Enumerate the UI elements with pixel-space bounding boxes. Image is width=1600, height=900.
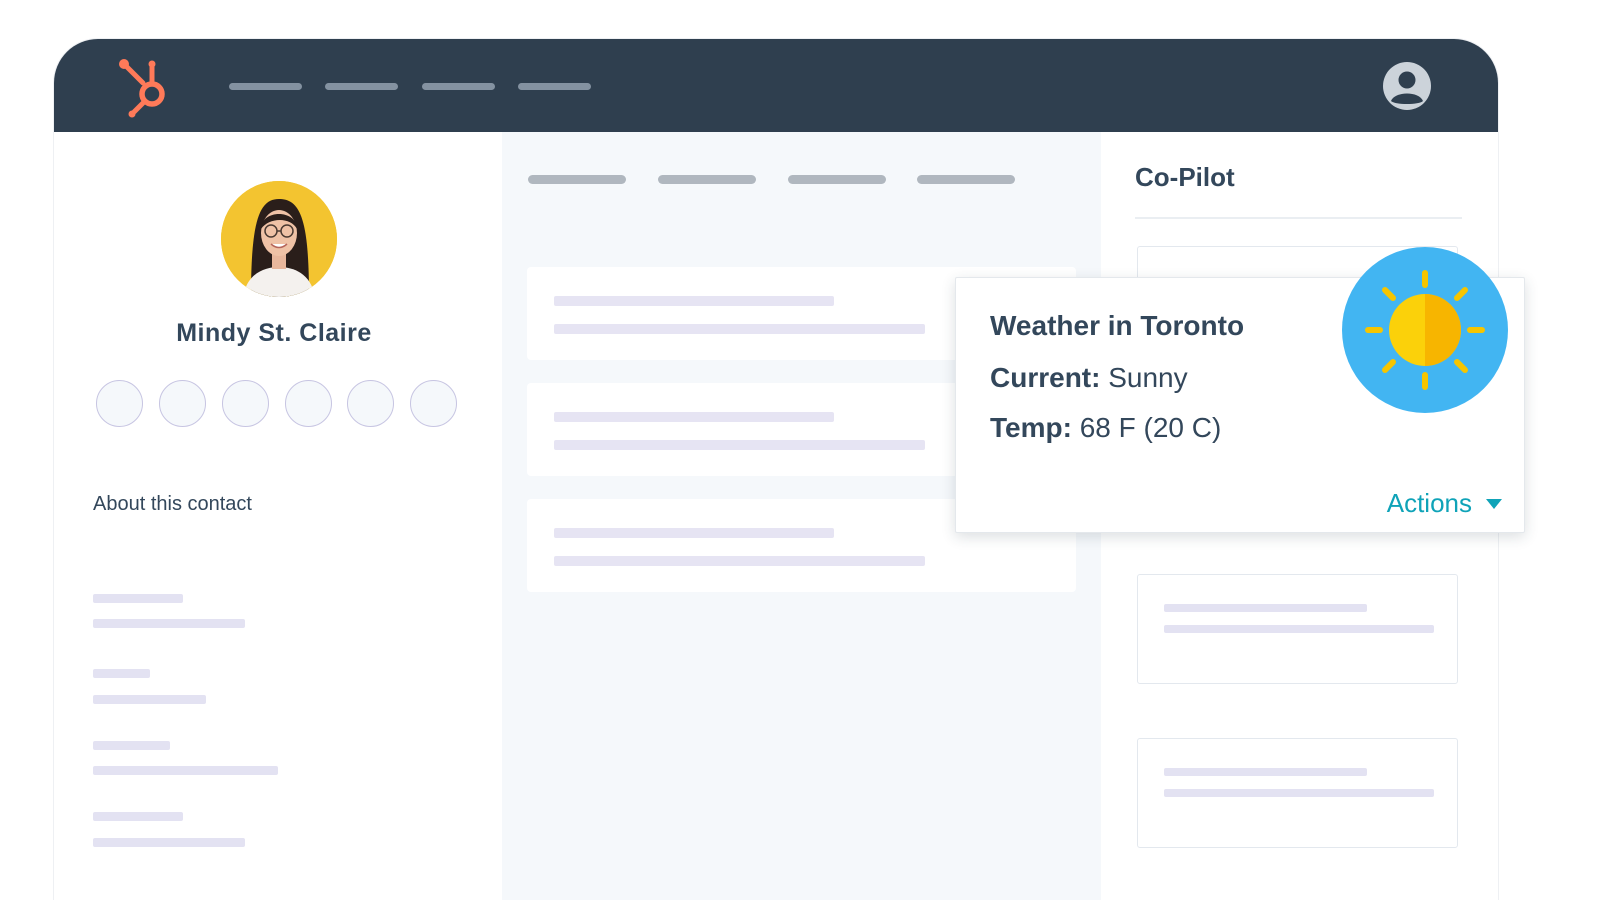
property-label-placeholder bbox=[93, 669, 150, 678]
divider bbox=[1135, 217, 1462, 219]
property-value-placeholder bbox=[93, 838, 245, 847]
actions-label: Actions bbox=[1386, 488, 1472, 518]
tab-placeholder-2[interactable] bbox=[658, 175, 756, 184]
weather-badge bbox=[1342, 247, 1508, 413]
property-value-placeholder bbox=[93, 766, 278, 775]
nav-item-2[interactable] bbox=[325, 83, 398, 90]
current-value: Sunny bbox=[1108, 362, 1188, 393]
contact-action-button-2[interactable] bbox=[159, 380, 206, 427]
contact-action-button-6[interactable] bbox=[410, 380, 457, 427]
current-label: Current: bbox=[990, 362, 1101, 393]
about-contact-heading: About this contact bbox=[93, 493, 252, 515]
tab-placeholder-3[interactable] bbox=[788, 175, 886, 184]
card-title-placeholder bbox=[554, 296, 834, 306]
temp-label: Temp: bbox=[990, 412, 1072, 443]
card-body-placeholder bbox=[554, 556, 925, 566]
contact-name: Mindy St. Claire bbox=[176, 319, 372, 347]
contact-avatar bbox=[221, 181, 337, 297]
contact-action-button-3[interactable] bbox=[222, 380, 269, 427]
weather-title: Weather in Toronto bbox=[990, 310, 1245, 341]
contact-action-button-1[interactable] bbox=[96, 380, 143, 427]
user-avatar-icon[interactable] bbox=[1382, 61, 1432, 111]
card-title-placeholder bbox=[554, 528, 834, 538]
hubspot-sprocket-icon[interactable] bbox=[116, 57, 176, 119]
copilot-card[interactable] bbox=[1137, 738, 1458, 848]
contact-action-button-4[interactable] bbox=[285, 380, 332, 427]
property-label-placeholder bbox=[93, 812, 183, 821]
temp-value: 68 F (20 C) bbox=[1079, 412, 1222, 443]
weather-current: Current: Sunny bbox=[990, 362, 1188, 394]
card-title-placeholder bbox=[1164, 604, 1367, 612]
contact-sidebar: Mindy St. Claire About this contact bbox=[54, 132, 502, 900]
tab-placeholder-4[interactable] bbox=[917, 175, 1015, 184]
top-nav-bar bbox=[54, 39, 1498, 132]
card-title-placeholder bbox=[554, 412, 834, 422]
card-body-placeholder bbox=[1164, 625, 1434, 633]
property-value-placeholder bbox=[93, 619, 245, 628]
nav-item-4[interactable] bbox=[518, 83, 591, 90]
card-title-placeholder bbox=[1164, 768, 1367, 776]
sun-icon bbox=[1365, 270, 1485, 390]
copilot-title: Co-Pilot bbox=[1135, 162, 1235, 192]
property-label-placeholder bbox=[93, 741, 170, 750]
actions-dropdown[interactable]: Actions bbox=[1387, 488, 1502, 519]
contact-action-button-5[interactable] bbox=[347, 380, 394, 427]
card-body-placeholder bbox=[554, 324, 925, 334]
nav-item-3[interactable] bbox=[422, 83, 495, 90]
caret-down-icon bbox=[1486, 498, 1502, 509]
nav-item-1[interactable] bbox=[229, 83, 302, 90]
copilot-card[interactable] bbox=[1137, 574, 1458, 684]
property-value-placeholder bbox=[93, 695, 206, 704]
property-label-placeholder bbox=[93, 594, 183, 603]
card-body-placeholder bbox=[1164, 789, 1434, 797]
tab-placeholder-1[interactable] bbox=[528, 175, 626, 184]
card-body-placeholder bbox=[554, 440, 925, 450]
weather-temp: Temp: 68 F (20 C) bbox=[990, 412, 1221, 444]
